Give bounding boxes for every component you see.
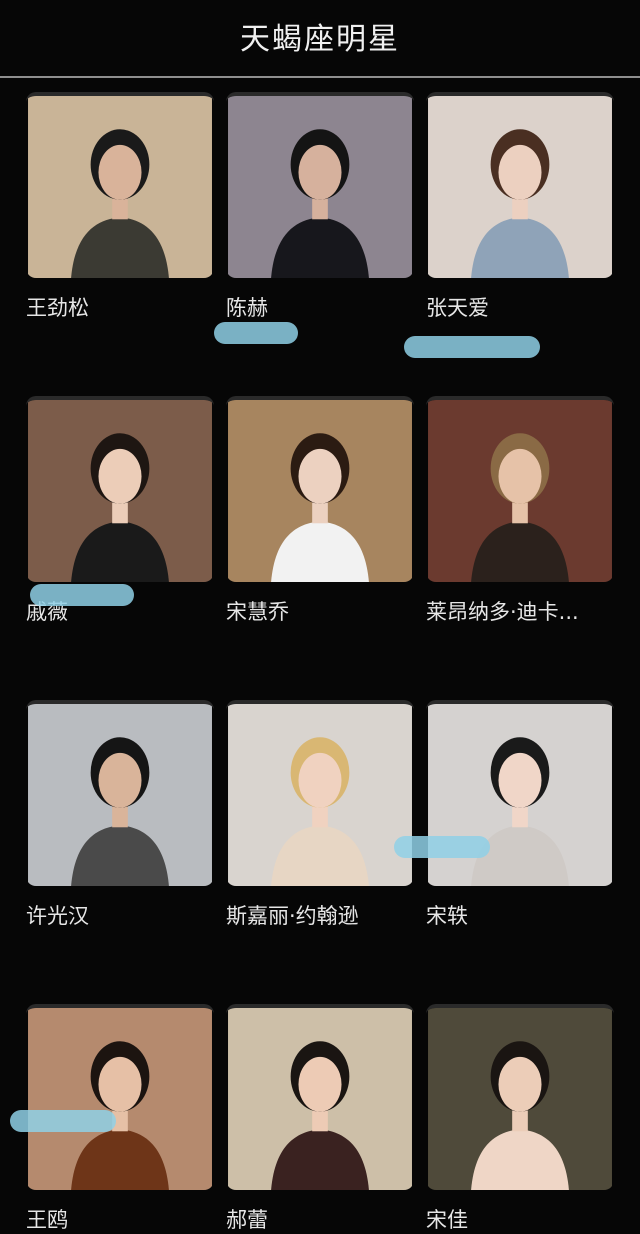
star-photo [26, 1004, 214, 1190]
star-photo [226, 700, 414, 886]
portrait-image [28, 96, 212, 278]
star-name: 宋佳 [426, 1208, 468, 1232]
star-name: 陈赫 [226, 296, 268, 320]
page-title: 天蝎座明星 [240, 22, 400, 57]
star-card[interactable]: 斯嘉丽·约翰逊 [226, 700, 414, 930]
portrait-face [98, 1056, 142, 1112]
portrait-image [428, 400, 612, 582]
star-name: 宋轶 [426, 904, 468, 928]
star-name: 莱昂纳多·迪卡... [426, 600, 579, 624]
star-card[interactable]: 莱昂纳多·迪卡... [426, 396, 614, 626]
portrait-face [498, 448, 542, 504]
portrait-face [498, 752, 542, 808]
portrait-image [28, 400, 212, 582]
star-photo [26, 92, 214, 278]
highlight-smear [30, 584, 134, 606]
portrait-face [98, 752, 142, 808]
portrait-face [298, 1056, 342, 1112]
star-photo [26, 396, 214, 582]
portrait-image [28, 1008, 212, 1190]
portrait-image [228, 704, 412, 886]
portrait-face [98, 144, 142, 200]
portrait-image [428, 96, 612, 278]
portrait-image [228, 96, 412, 278]
star-photo [226, 92, 414, 278]
portrait-image [428, 704, 612, 886]
star-card[interactable]: 宋轶 [426, 700, 614, 930]
star-photo [426, 700, 614, 886]
star-photo [226, 396, 414, 582]
star-card[interactable]: 宋佳 [426, 1004, 614, 1234]
highlight-smear [404, 336, 540, 358]
portrait-face [498, 144, 542, 200]
star-name: 王鸥 [26, 1208, 68, 1232]
star-card[interactable]: 张天爱 [426, 92, 614, 322]
star-card[interactable]: 王劲松 [26, 92, 214, 322]
portrait-image [228, 400, 412, 582]
portrait-face [98, 448, 142, 504]
portrait-face [298, 752, 342, 808]
star-photo [426, 92, 614, 278]
portrait-image [28, 704, 212, 886]
star-card[interactable]: 宋慧乔 [226, 396, 414, 626]
star-name: 许光汉 [26, 904, 89, 928]
star-card[interactable]: 郝蕾 [226, 1004, 414, 1234]
portrait-image [228, 1008, 412, 1190]
star-name: 张天爱 [426, 296, 489, 320]
header-divider [0, 76, 640, 78]
highlight-smear [214, 322, 298, 344]
star-name: 郝蕾 [226, 1208, 268, 1232]
star-photo [226, 1004, 414, 1190]
star-photo [426, 396, 614, 582]
star-card[interactable]: 陈赫 [226, 92, 414, 322]
portrait-face [498, 1056, 542, 1112]
star-photo [426, 1004, 614, 1190]
portrait-face [298, 448, 342, 504]
portrait-image [428, 1008, 612, 1190]
highlight-smear [394, 836, 490, 858]
header: 天蝎座明星 [0, 0, 640, 76]
portrait-face [298, 144, 342, 200]
star-photo [26, 700, 214, 886]
star-name: 斯嘉丽·约翰逊 [226, 904, 359, 928]
star-grid: 王劲松 陈赫 张天爱 戚薇 宋慧乔 莱昂纳多·迪卡... 许光汉 斯嘉丽·约翰逊… [26, 92, 616, 1234]
highlight-smear [10, 1110, 116, 1132]
star-name: 宋慧乔 [226, 600, 289, 624]
star-name: 王劲松 [26, 296, 89, 320]
star-card[interactable]: 许光汉 [26, 700, 214, 930]
